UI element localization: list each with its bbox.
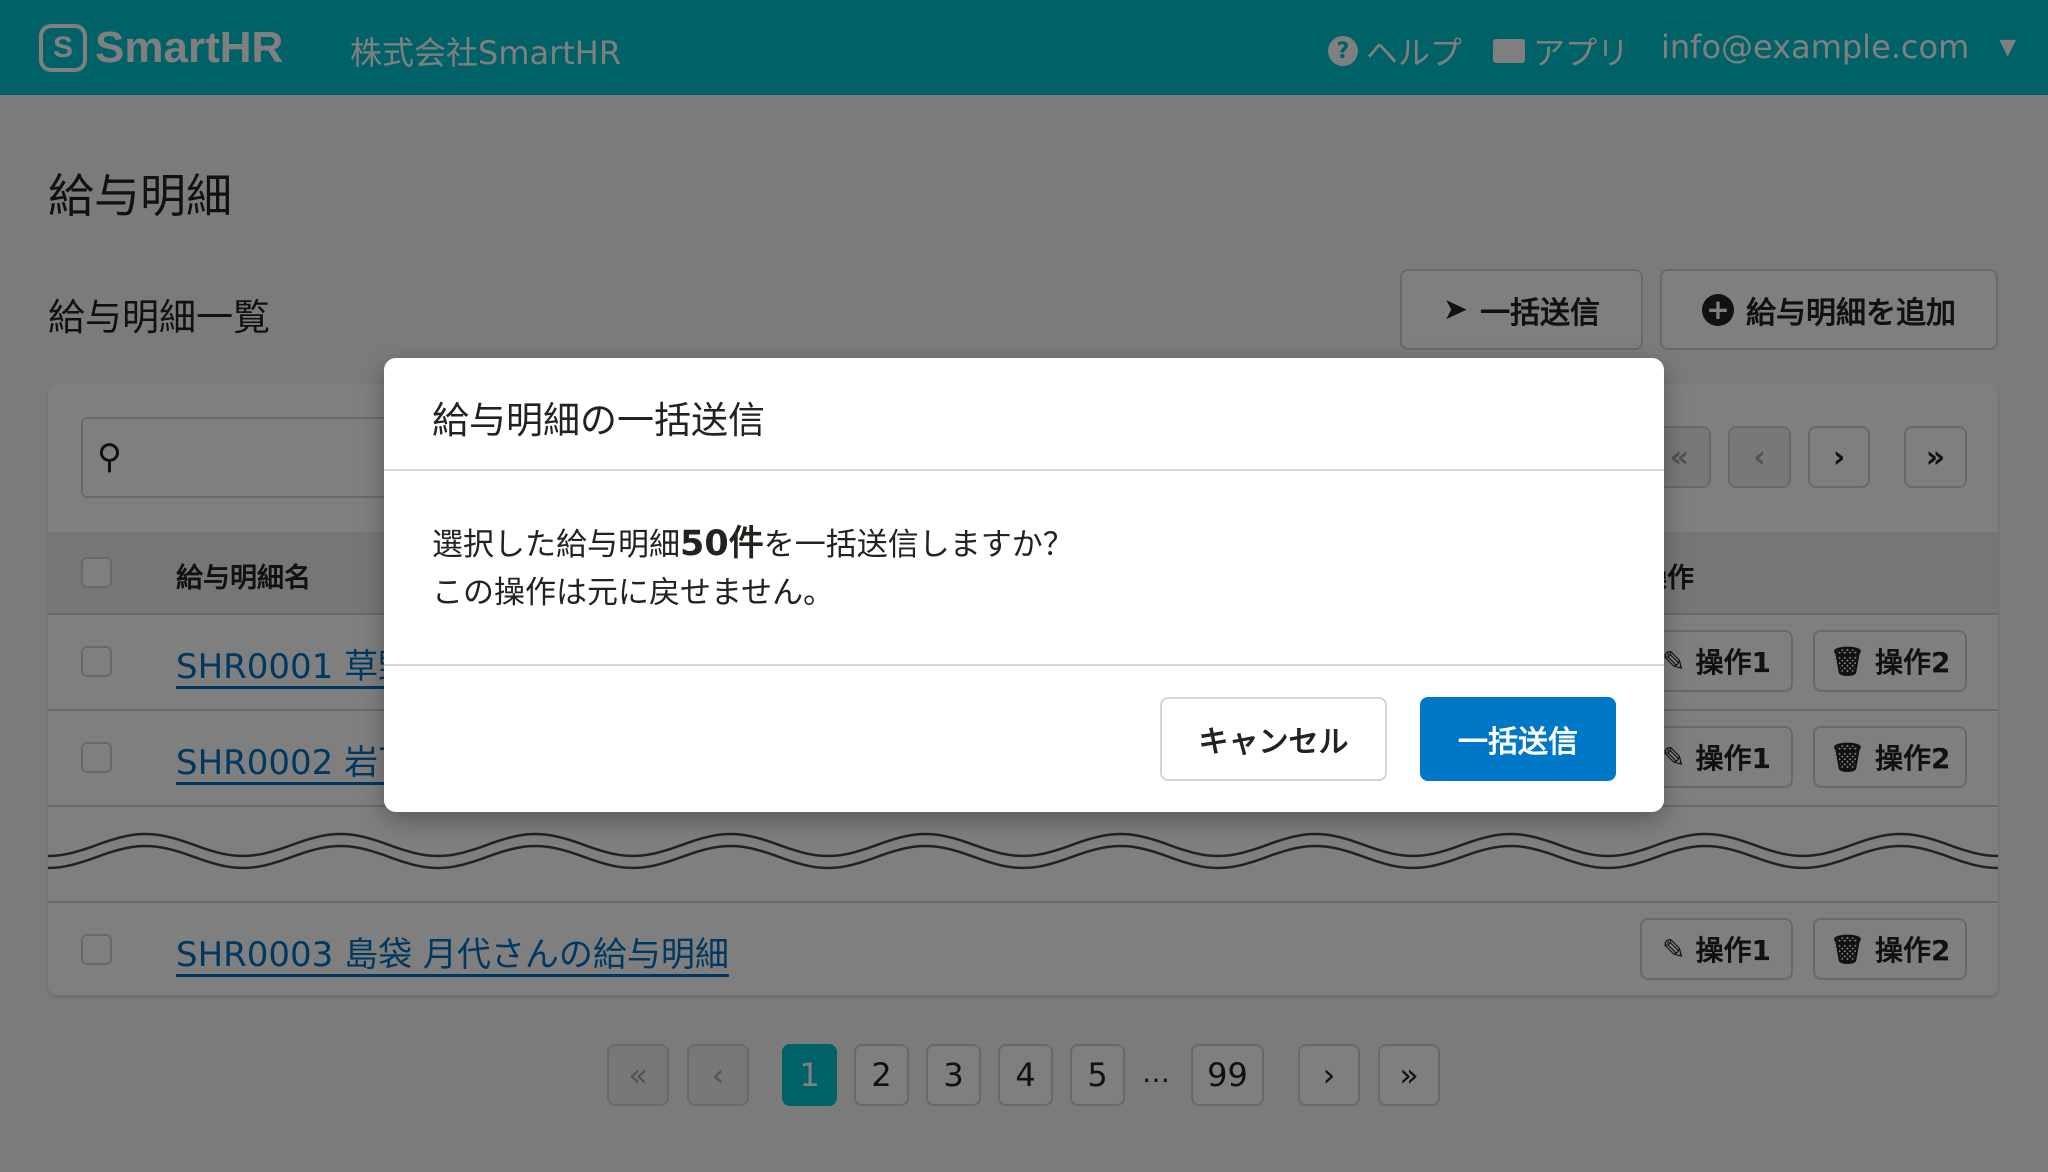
message-text: 選択した給与明細 (432, 527, 680, 563)
dialog-header-divider (384, 469, 1664, 471)
dialog-message: 選択した給与明細50件を一括送信しますか？ この操作は元に戻せません。 (432, 520, 1074, 617)
confirm-bulk-send-button[interactable]: 一括送信 (1420, 697, 1616, 781)
message-warning: この操作は元に戻せません。 (432, 575, 835, 611)
dialog-footer-divider (384, 664, 1664, 666)
bulk-send-dialog: 給与明細の一括送信 選択した給与明細50件を一括送信しますか？ この操作は元に戻… (384, 358, 1664, 812)
message-count: 50件 (680, 524, 764, 564)
dialog-title: 給与明細の一括送信 (432, 399, 765, 442)
cancel-button[interactable]: キャンセル (1160, 697, 1387, 781)
message-text: を一括送信しますか？ (763, 527, 1074, 563)
